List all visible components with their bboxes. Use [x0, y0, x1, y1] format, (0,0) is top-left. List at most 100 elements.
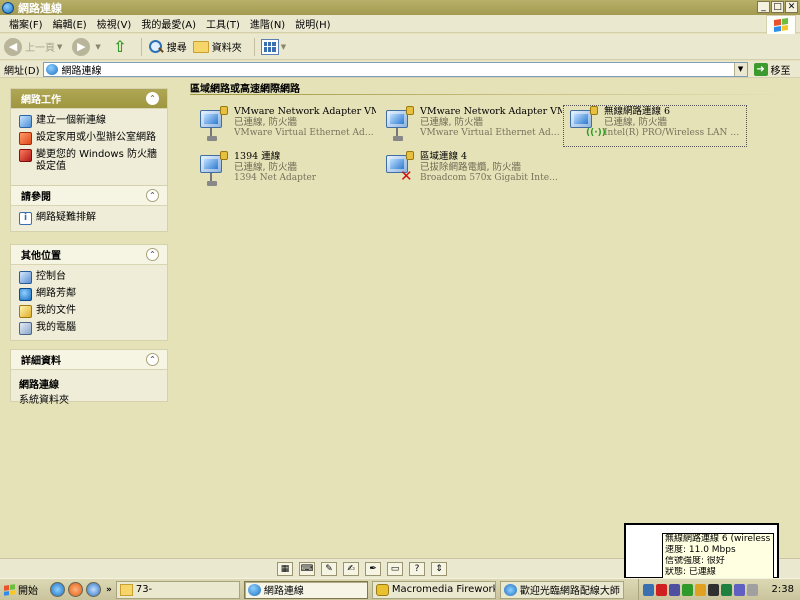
connection-1394[interactable]: 1394 連線 已連線, 防火牆 1394 Net Adapter	[194, 151, 376, 191]
volume-icon[interactable]	[747, 583, 758, 596]
network-troubleshooter-link[interactable]: i 網路疑難排解	[19, 212, 159, 225]
menu-advanced[interactable]: 進階(N)	[245, 16, 290, 31]
network-tasks-header[interactable]: 網路工作 ⌃	[11, 89, 167, 109]
tools-icon[interactable]: ✎	[321, 561, 337, 576]
connection-vmnet1[interactable]: VMware Network Adapter VMnet1 已連線, 防火牆 V…	[194, 106, 376, 146]
home-network-icon	[19, 132, 32, 145]
my-network-places-link[interactable]: 網路芳鄰	[19, 288, 159, 301]
folders-button[interactable]: 資料夾	[192, 39, 242, 54]
views-button[interactable]: ▼	[260, 38, 290, 55]
my-documents-link[interactable]: 我的文件	[19, 305, 159, 318]
create-new-connection-link[interactable]: 建立一個新連線	[19, 115, 159, 128]
see-also-header[interactable]: 請參閱 ⌃	[11, 186, 167, 206]
documents-icon	[19, 305, 32, 318]
network-tray-icon[interactable]	[643, 583, 654, 596]
back-button[interactable]: ◀ 上一頁 ▼	[4, 37, 66, 56]
pen-icon[interactable]: ✒	[365, 561, 381, 576]
taskbar-browser[interactable]: 歡迎光臨網路配線大師 ...	[499, 580, 624, 599]
task-label: 網路疑難排解	[36, 212, 96, 223]
minimize-button[interactable]: _	[757, 1, 770, 13]
setup-home-network-link[interactable]: 設定家用或小型辦公室網路	[19, 132, 159, 145]
windows-logo	[766, 15, 796, 35]
place-label: 我的文件	[36, 305, 76, 316]
connection-wireless-6[interactable]: ((·)) 無線網路連線 6 已連線, 防火牆 Intel(R) PRO/Wir…	[563, 105, 747, 147]
quick-launch-more-icon[interactable]: »	[106, 585, 112, 595]
scroll-icon[interactable]: ⇕	[431, 561, 447, 576]
views-dropdown-icon[interactable]: ▼	[281, 43, 286, 51]
edit-icon[interactable]: ✍	[343, 561, 359, 576]
back-dropdown-icon[interactable]: ▼	[57, 43, 62, 51]
go-button[interactable]: ➜ 移至	[753, 62, 791, 77]
connection-local-4[interactable]: ✕ 區域連線 4 已拔除網路電纜, 防火牆 Broadcom 570x Giga…	[380, 151, 562, 191]
details-header[interactable]: 詳細資料 ⌃	[11, 350, 167, 370]
up-button[interactable]: ⇧	[111, 37, 129, 56]
menu-help[interactable]: 說明(H)	[290, 16, 335, 31]
search-button[interactable]: 搜尋	[148, 39, 187, 55]
network-connections-icon	[2, 1, 14, 14]
search-label: 搜尋	[166, 43, 187, 54]
taskbar: 開始 » 73- 網路連線 Macromedia Fireworks M... …	[0, 578, 800, 600]
menu-view[interactable]: 檢視(V)	[92, 16, 137, 31]
help-icon[interactable]: ?	[409, 561, 425, 576]
forward-button[interactable]: ▶ ▼	[72, 37, 104, 56]
start-button[interactable]: 開始	[0, 580, 42, 600]
my-computer-link[interactable]: 我的電腦	[19, 322, 159, 335]
tray-icon[interactable]	[669, 583, 680, 596]
tray-icon[interactable]	[695, 583, 706, 596]
disconnected-tray-icon[interactable]	[656, 583, 667, 596]
change-firewall-settings-link[interactable]: 變更您的 Windows 防火牆設定值	[19, 149, 159, 173]
tray-icon[interactable]	[734, 583, 745, 596]
connection-status: 已連線, 防火牆	[234, 117, 298, 128]
folder-icon	[119, 583, 133, 596]
windows-flag-icon	[4, 583, 15, 596]
maximize-button[interactable]: □	[771, 1, 784, 13]
connection-vmnet8[interactable]: VMware Network Adapter VMnet8 已連線, 防火牆 V…	[380, 106, 562, 146]
place-label: 我的電腦	[36, 322, 76, 333]
address-dropdown-icon[interactable]: ▼	[733, 62, 747, 76]
menu-edit[interactable]: 編輯(E)	[48, 16, 92, 31]
collapse-chevron-icon[interactable]: ⌃	[146, 248, 159, 261]
folders-label: 資料夾	[211, 43, 242, 54]
connection-name: 1394 連線	[234, 151, 281, 162]
taskbar-folder-73[interactable]: 73-	[115, 580, 240, 599]
tray-icon[interactable]	[721, 583, 732, 596]
title-bar[interactable]: 網路連線 _ □ ✕	[0, 0, 800, 15]
menu-file[interactable]: 檔案(F)	[4, 16, 48, 31]
connection-status: 已連線, 防火牆	[420, 117, 484, 128]
see-also-title: 請參閱	[21, 192, 51, 203]
disconnected-lan-icon: ✕	[380, 151, 418, 187]
keyboard-icon[interactable]: ⌨	[299, 561, 315, 576]
quick-launch: »	[50, 582, 112, 597]
collapse-chevron-icon[interactable]: ⌃	[146, 189, 159, 202]
address-bar: 網址(D) 網路連線 ▼ ➜ 移至	[0, 61, 800, 78]
close-button[interactable]: ✕	[785, 1, 798, 13]
details-type: 系統資料夾	[19, 395, 69, 406]
control-panel-icon	[19, 271, 32, 284]
connection-name: VMware Network Adapter VMnet8	[420, 106, 562, 117]
address-value: 網路連線	[61, 65, 102, 77]
taskbar-network-connections[interactable]: 網路連線	[243, 580, 368, 599]
tooltip-signal: 信號強度: 很好	[665, 556, 725, 566]
wireless-tray-icon[interactable]	[682, 583, 693, 596]
task-label: 設定家用或小型辦公室網路	[36, 132, 156, 143]
menu-favorites[interactable]: 我的最愛(A)	[136, 16, 201, 31]
collapse-chevron-icon[interactable]: ⌃	[146, 92, 159, 105]
other-places-header[interactable]: 其他位置 ⌃	[11, 245, 167, 265]
window-icon[interactable]: ▭	[387, 561, 403, 576]
connection-status: 已拔除網路電纜, 防火牆	[420, 162, 522, 173]
internet-explorer-icon[interactable]	[50, 582, 65, 597]
clock[interactable]: 2:38	[772, 584, 794, 595]
address-input[interactable]: 網路連線 ▼	[42, 61, 748, 77]
explorer-icon[interactable]	[86, 582, 101, 597]
opera-icon[interactable]	[68, 582, 83, 597]
control-panel-link[interactable]: 控制台	[19, 271, 159, 284]
fireworks-icon	[375, 583, 389, 596]
view-icon[interactable]: ▦	[277, 561, 293, 576]
connection-name: 區域連線 4	[420, 151, 468, 162]
forward-dropdown-icon[interactable]: ▼	[95, 43, 100, 51]
menu-tools[interactable]: 工具(T)	[201, 16, 245, 31]
tray-icon[interactable]	[708, 583, 719, 596]
task-label: Macromedia Fireworks M...	[391, 584, 495, 595]
collapse-chevron-icon[interactable]: ⌃	[146, 353, 159, 366]
taskbar-fireworks[interactable]: Macromedia Fireworks M...	[371, 580, 496, 599]
